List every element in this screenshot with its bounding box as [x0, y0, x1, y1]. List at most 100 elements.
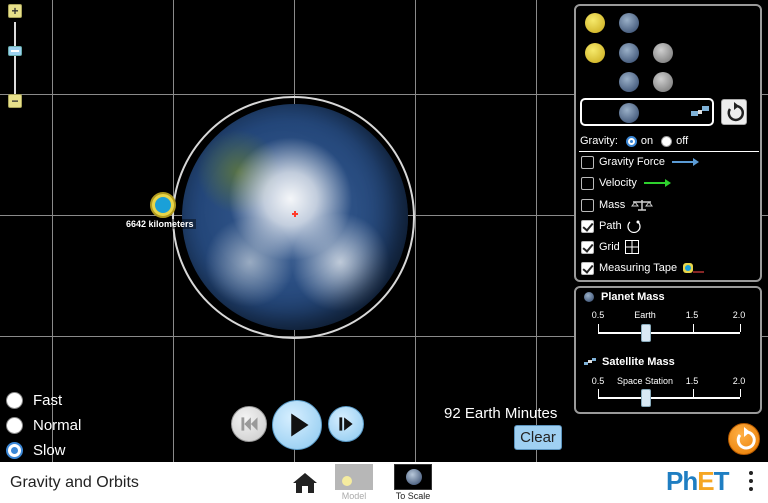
model-screen-thumbnail	[335, 464, 373, 490]
grid-icon	[624, 240, 639, 254]
gravity-toggle: Gravity: on off	[580, 135, 688, 147]
elapsed-time-readout: 92 Earth Minutes	[444, 405, 558, 422]
tick-label: Earth	[634, 310, 656, 320]
speed-option-fast[interactable]: Fast	[6, 388, 81, 413]
sim-play-area: + − 6642 kilometers Fast Normal Slow 92 …	[0, 0, 768, 462]
gravity-label: Gravity:	[580, 135, 618, 147]
earth-icon	[584, 292, 594, 302]
tick-label: 0.5	[591, 310, 605, 320]
sun-icon[interactable]	[585, 13, 605, 33]
reset-arrow-icon	[727, 102, 744, 122]
sim-title: Gravity and Orbits	[10, 474, 139, 491]
option-gravity-force[interactable]: Gravity Force	[581, 153, 700, 171]
moon-icon[interactable]	[653, 72, 673, 92]
zoom-slider-thumb[interactable]	[8, 46, 22, 56]
option-label: Measuring Tape	[599, 262, 678, 274]
zoom-slider-track[interactable]	[14, 22, 16, 98]
speed-option-normal[interactable]: Normal	[6, 413, 81, 438]
screen-tab-model[interactable]: Model	[333, 464, 375, 502]
earth-icon	[406, 469, 422, 485]
tick-label: 1.5	[685, 376, 699, 386]
planet-center-marker	[292, 211, 298, 217]
measuring-tape-readout: 6642 kilometers	[124, 219, 196, 229]
option-label: Grid	[599, 241, 620, 253]
gravity-on-radio[interactable]	[625, 135, 637, 147]
play-icon	[291, 413, 309, 437]
option-grid[interactable]: Grid	[581, 238, 639, 256]
navigation-bar: Gravity and Orbits Model To Scale PhET	[0, 462, 768, 503]
scene-reset-button[interactable]	[721, 99, 747, 125]
speed-label: Normal	[33, 417, 82, 434]
planet-mass-slider-thumb[interactable]	[641, 324, 651, 342]
satellite-icon	[584, 358, 596, 365]
satellite-mass-slider-thumb[interactable]	[641, 389, 651, 407]
option-label: Path	[599, 220, 622, 232]
rewind-button[interactable]	[231, 406, 267, 442]
sun-icon	[342, 476, 352, 486]
phet-logo[interactable]: PhET	[666, 466, 730, 497]
option-measuring-tape[interactable]: Measuring Tape	[581, 259, 706, 277]
step-forward-button[interactable]	[328, 406, 364, 442]
gravity-on-label: on	[640, 135, 654, 147]
speed-label: Slow	[33, 442, 66, 459]
checkbox-checked[interactable]	[581, 219, 594, 233]
moon-icon[interactable]	[653, 43, 673, 63]
radio-icon[interactable]	[6, 417, 23, 434]
radio-selected-icon[interactable]	[6, 442, 23, 459]
option-mass[interactable]: Mass	[581, 196, 654, 214]
clear-button[interactable]: Clear	[514, 425, 562, 450]
reset-all-button[interactable]	[728, 423, 760, 455]
scene-control-panel: Gravity: on off Gravity Force Velocity M…	[574, 4, 762, 282]
planet-mass-slider-track[interactable]	[598, 332, 740, 334]
zoom-control: + −	[6, 4, 24, 108]
tick-mark	[693, 389, 694, 397]
earth-icon[interactable]	[619, 13, 639, 33]
logo-text: Ph	[666, 466, 698, 496]
option-velocity[interactable]: Velocity	[581, 174, 671, 192]
checkbox[interactable]	[581, 155, 594, 169]
home-icon[interactable]	[292, 471, 318, 495]
tick-label: 2.0	[732, 310, 746, 320]
satellite-icon	[691, 106, 709, 116]
grid-line	[536, 0, 537, 462]
divider	[579, 151, 759, 152]
earth-icon[interactable]	[619, 43, 639, 63]
measuring-tape-base[interactable]	[150, 192, 176, 218]
checkbox[interactable]	[581, 198, 594, 212]
zoom-in-button[interactable]: +	[8, 4, 22, 18]
gravity-off-label: off	[676, 135, 689, 147]
satellite-mass-slider-track[interactable]	[598, 397, 740, 399]
reset-all-icon	[736, 427, 756, 450]
checkbox-checked[interactable]	[581, 240, 594, 254]
logo-text: T	[713, 466, 730, 496]
gravity-force-arrow-icon	[672, 158, 700, 166]
earth-icon[interactable]	[619, 72, 639, 92]
speed-label: Fast	[33, 392, 63, 409]
planet-mass-label: Planet Mass	[601, 291, 665, 303]
step-forward-icon	[339, 417, 353, 431]
checkbox[interactable]	[581, 176, 594, 190]
earth-planet[interactable]	[182, 104, 408, 330]
scene-selected-earth-satellite[interactable]	[580, 98, 714, 126]
gravity-off-radio[interactable]	[661, 135, 673, 147]
tick-label: 0.5	[591, 376, 605, 386]
screen-tab-to-scale[interactable]: To Scale	[392, 464, 434, 502]
tick-mark	[598, 389, 599, 397]
logo-text: E	[697, 466, 714, 496]
rewind-icon	[241, 417, 258, 431]
earth-icon	[619, 103, 639, 123]
planet-mass-title: Planet Mass	[584, 291, 665, 303]
speed-control: Fast Normal Slow	[6, 388, 81, 462]
play-button[interactable]	[272, 400, 322, 450]
tick-mark	[740, 324, 741, 332]
option-path[interactable]: Path	[581, 217, 642, 235]
sun-icon[interactable]	[585, 43, 605, 63]
speed-option-slow[interactable]: Slow	[6, 438, 81, 462]
checkbox-checked[interactable]	[581, 261, 594, 275]
zoom-out-button[interactable]: −	[8, 94, 22, 108]
radio-icon[interactable]	[6, 392, 23, 409]
tick-label: Space Station	[616, 376, 674, 386]
menu-icon[interactable]	[748, 471, 754, 495]
option-label: Gravity Force	[599, 156, 666, 168]
to-scale-screen-thumbnail	[394, 464, 432, 490]
